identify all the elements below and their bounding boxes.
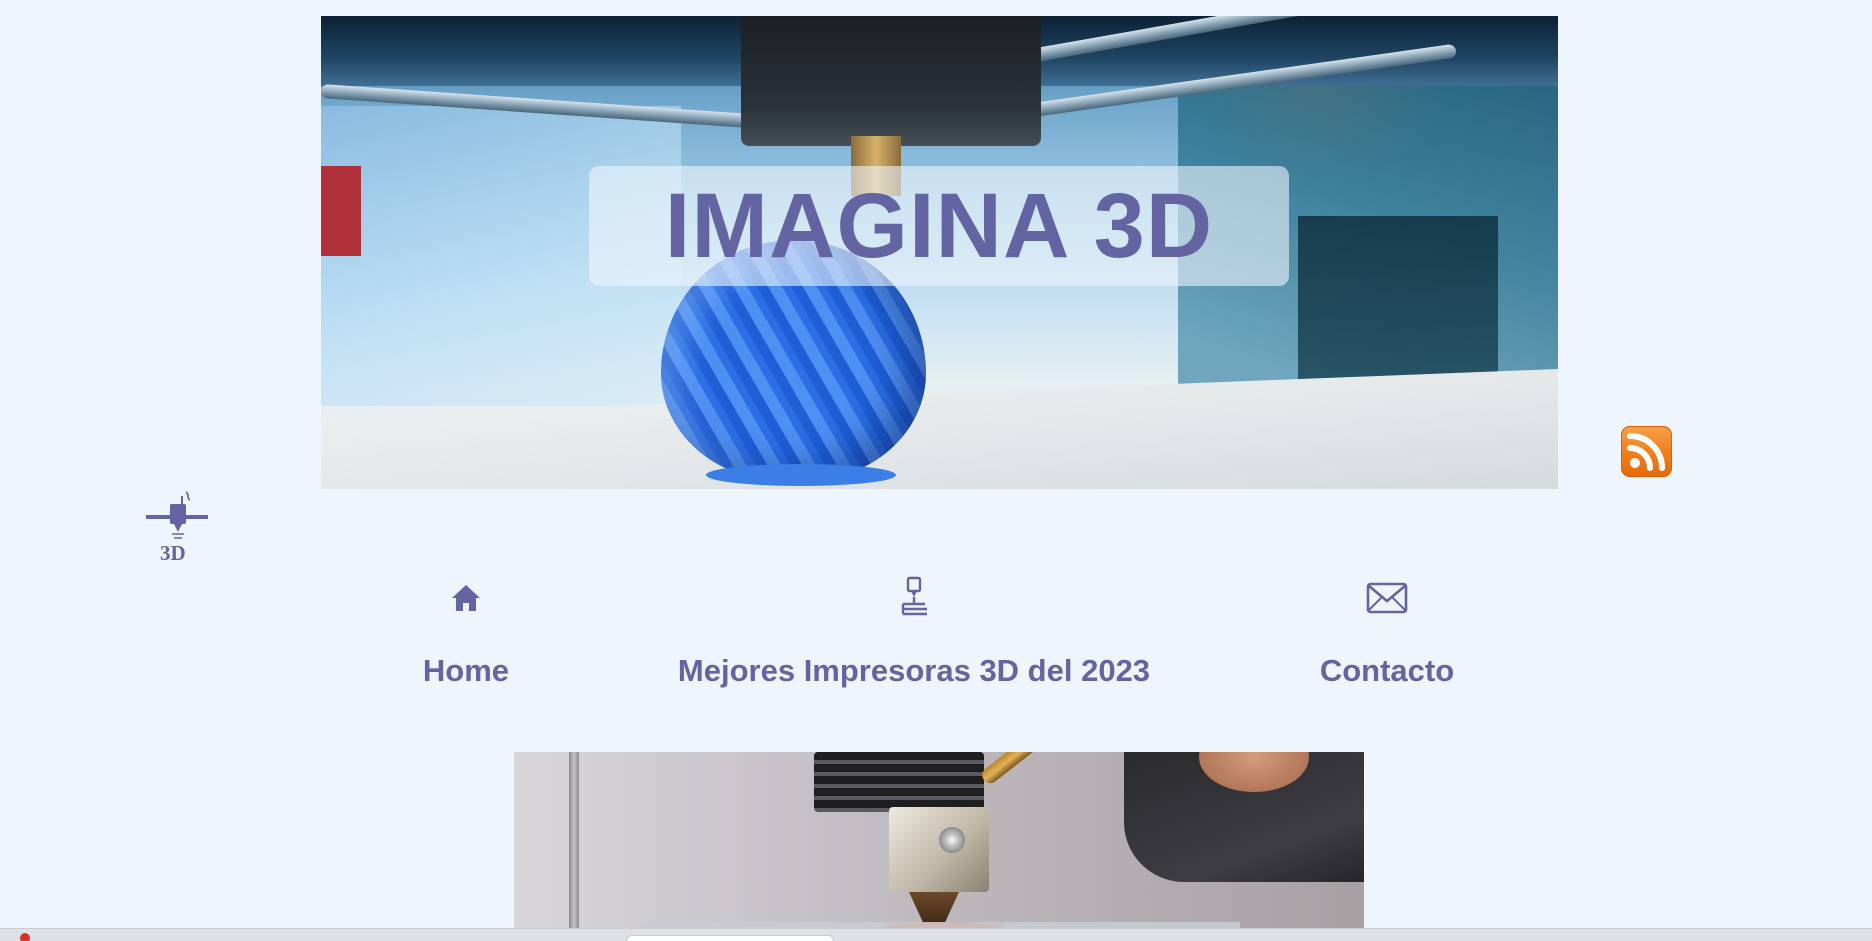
home-icon xyxy=(443,575,489,621)
hero-banner-image: IMAGINA 3D xyxy=(321,16,1558,489)
nav-label-printers: Mejores Impresoras 3D del 2023 xyxy=(677,653,1151,688)
browser-tab[interactable] xyxy=(626,935,834,941)
page: IMAGINA 3D 3D Home Mejores Impresoras 3D… xyxy=(0,0,1872,941)
nav-item-home[interactable]: Home xyxy=(400,575,532,689)
printer-nozzle-image xyxy=(514,752,1364,941)
nav-label-home: Home xyxy=(422,653,510,688)
nav-item-contact[interactable]: Contacto xyxy=(1300,575,1474,689)
browser-bottom-bar xyxy=(0,928,1872,941)
main-navigation: Home Mejores Impresoras 3D del 2023 Cont… xyxy=(0,575,1872,705)
envelope-icon xyxy=(1364,575,1410,621)
3d-printer-icon xyxy=(891,575,937,621)
svg-text:3D: 3D xyxy=(160,541,186,562)
error-indicator-icon[interactable] xyxy=(20,933,30,941)
nav-item-printers[interactable]: Mejores Impresoras 3D del 2023 xyxy=(660,575,1168,689)
site-title-box: IMAGINA 3D xyxy=(589,166,1289,286)
nav-label-contact: Contacto xyxy=(1319,653,1455,688)
3d-printer-logo-icon[interactable]: 3D xyxy=(144,488,210,565)
rss-feed-icon[interactable] xyxy=(1621,426,1672,477)
site-title: IMAGINA 3D xyxy=(664,175,1214,277)
